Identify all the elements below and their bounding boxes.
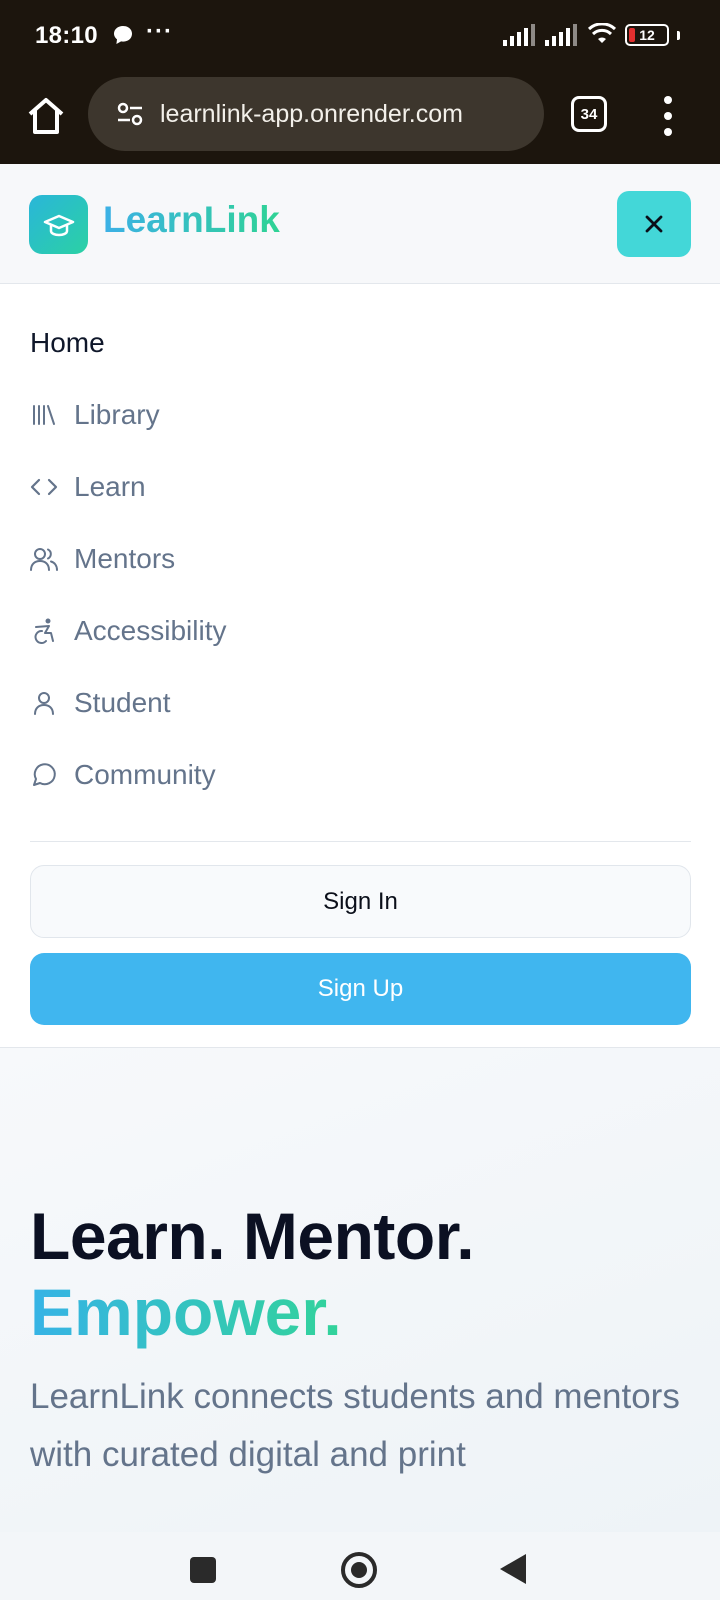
more-vert-icon[interactable]: [662, 96, 674, 136]
hero-title: Learn. Mentor.: [30, 1199, 475, 1273]
home-icon[interactable]: [24, 94, 68, 138]
wifi-icon: [587, 23, 617, 43]
nav-item-accessibility[interactable]: Accessibility: [30, 603, 226, 659]
nav-item-label: Learn: [74, 471, 146, 502]
graduation-cap-icon: [43, 214, 74, 236]
signal-icon: [503, 24, 535, 46]
status-bar: 18:10 ··· 12: [0, 0, 720, 72]
url-text: learnlink-app.onrender.com: [160, 99, 463, 128]
hero-section: Learn. Mentor. Empower. LearnLink connec…: [0, 1048, 720, 1532]
hero-title-accent: Empower.: [30, 1275, 342, 1349]
nav-item-home[interactable]: Home: [30, 315, 105, 371]
mobile-nav-menu: Home Library Learn Mentors Accessibility…: [0, 284, 720, 1048]
status-more: ···: [146, 18, 173, 45]
hero-description: LearnLink connects students and mentors …: [30, 1377, 680, 1474]
sign-in-button[interactable]: Sign In: [30, 865, 691, 938]
users-icon: [30, 545, 58, 573]
message-circle-icon: [30, 761, 58, 789]
close-menu-button[interactable]: [617, 191, 691, 257]
nav-item-label: Community: [74, 759, 216, 790]
address-bar[interactable]: learnlink-app.onrender.com: [88, 77, 544, 151]
battery-level: 12: [639, 27, 655, 43]
app-header: LearnLink: [0, 164, 720, 284]
brand-name[interactable]: LearnLink: [103, 199, 280, 241]
close-icon: [645, 215, 663, 233]
nav-item-library[interactable]: Library: [30, 387, 160, 443]
sign-up-button[interactable]: Sign Up: [30, 953, 691, 1025]
nav-item-label: Library: [74, 399, 160, 430]
status-indicators: 12: [503, 22, 680, 48]
nav-item-label: Student: [74, 687, 171, 718]
nav-item-mentors[interactable]: Mentors: [30, 531, 175, 587]
nav-item-label: Mentors: [74, 543, 176, 574]
tabs-button[interactable]: 34: [571, 96, 607, 132]
battery-icon: 12: [625, 24, 669, 46]
nav-item-student[interactable]: Student: [30, 675, 171, 731]
nav-item-community[interactable]: Community: [30, 747, 216, 803]
recents-icon[interactable]: [190, 1557, 216, 1583]
signal-icon: [545, 24, 577, 46]
back-icon[interactable]: [500, 1554, 526, 1584]
code-icon: [30, 473, 58, 501]
site-settings-icon[interactable]: [116, 100, 144, 128]
accessibility-icon: [30, 617, 58, 645]
message-icon: [114, 26, 132, 44]
library-icon: [30, 401, 58, 429]
system-nav-bar: [0, 1532, 720, 1600]
nav-item-learn[interactable]: Learn: [30, 459, 146, 515]
user-icon: [30, 689, 58, 717]
nav-item-label: Home: [30, 327, 105, 358]
tab-count: 34: [580, 105, 598, 123]
home-circle-icon[interactable]: [341, 1552, 377, 1588]
logo[interactable]: [29, 195, 88, 254]
status-time: 18:10: [35, 22, 98, 49]
nav-item-label: Accessibility: [74, 615, 227, 646]
nav-divider: [30, 841, 691, 842]
browser-toolbar: learnlink-app.onrender.com 34: [0, 72, 720, 164]
